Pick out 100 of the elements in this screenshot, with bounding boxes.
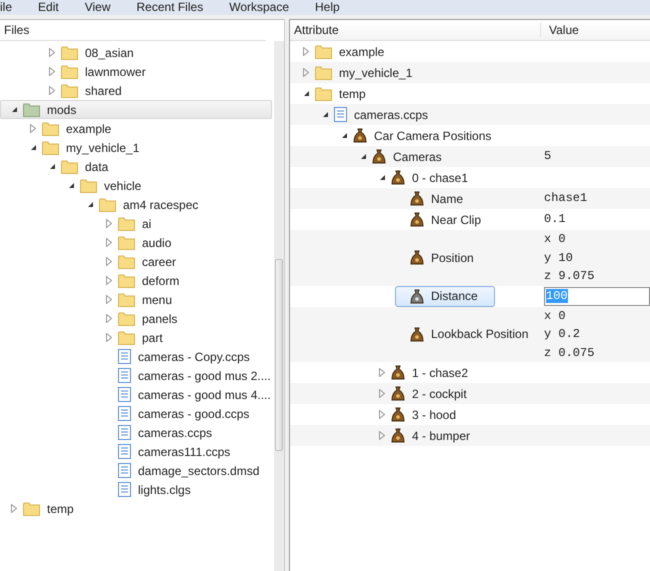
expand-arrow-icon[interactable] xyxy=(49,86,55,95)
tree-item[interactable]: data xyxy=(0,157,272,176)
tree-item[interactable]: vehicle xyxy=(0,176,272,195)
tree-item[interactable]: part xyxy=(0,328,272,347)
attribute-item[interactable]: 0 - chase1 xyxy=(376,167,486,188)
collapse-arrow-icon[interactable] xyxy=(302,90,310,97)
expand-arrow-icon[interactable] xyxy=(106,257,112,266)
expand-arrow-icon[interactable] xyxy=(49,67,55,76)
tree-item[interactable]: cameras - good mus 4.... xyxy=(0,385,272,404)
expand-arrow-icon[interactable] xyxy=(106,219,112,228)
attribute-item[interactable]: Cameras xyxy=(357,146,459,167)
expand-arrow-icon[interactable] xyxy=(106,295,112,304)
tree-item[interactable]: shared xyxy=(0,81,272,100)
expand-arrow-icon[interactable] xyxy=(106,333,112,342)
expand-arrow-icon[interactable] xyxy=(379,368,385,377)
value-text: x 0 xyxy=(544,231,567,248)
folder-icon xyxy=(61,46,78,60)
scrollbar-thumb[interactable] xyxy=(274,259,283,451)
folder-icon xyxy=(42,140,59,154)
folder-icon xyxy=(61,160,78,174)
expand-arrow-icon[interactable] xyxy=(106,276,112,285)
attribute-item[interactable]: 1 - chase2 xyxy=(376,362,486,383)
expand-arrow-icon[interactable] xyxy=(303,47,309,56)
folder-icon xyxy=(118,236,135,250)
value-text: z 9.075 xyxy=(544,268,596,285)
sack-icon xyxy=(372,149,386,164)
tree-item[interactable]: menu xyxy=(0,290,272,309)
expand-arrow-icon[interactable] xyxy=(30,124,36,133)
menubar-entry[interactable]: View xyxy=(84,0,110,14)
panel-title: Files xyxy=(4,23,30,37)
attribute-item[interactable]: example xyxy=(300,41,402,62)
tree-item[interactable]: deform xyxy=(0,271,272,290)
tree-item[interactable]: lawnmower xyxy=(0,62,272,81)
tree-item[interactable]: 08_asian xyxy=(0,43,272,62)
tree-item[interactable]: damage_sectors.dmsd xyxy=(0,461,272,480)
scrollbar[interactable] xyxy=(274,41,284,571)
expand-arrow-icon[interactable] xyxy=(11,504,17,513)
folder-icon xyxy=(118,254,135,268)
tree-item[interactable]: career xyxy=(0,252,272,271)
collapse-arrow-icon[interactable] xyxy=(86,201,94,208)
tree-item[interactable]: cameras - good.ccps xyxy=(0,404,272,423)
tree-item[interactable]: mods xyxy=(0,100,272,119)
attribute-item[interactable]: Distance xyxy=(395,286,495,306)
document-icon xyxy=(334,107,347,122)
expand-arrow-icon[interactable] xyxy=(303,68,309,77)
tree-item[interactable]: cameras - Copy.ccps xyxy=(0,347,272,366)
value-text: y 10 xyxy=(544,250,574,266)
attribute-item[interactable]: Car Camera Positions xyxy=(338,125,508,146)
tree-item[interactable]: ai xyxy=(0,214,272,233)
folder-icon xyxy=(118,216,135,230)
value-text: 5 xyxy=(544,148,552,165)
column-header[interactable]: Value xyxy=(541,23,579,37)
attribute-item[interactable]: temp xyxy=(300,83,383,104)
menubar-entry[interactable]: ile xyxy=(0,0,12,14)
expand-arrow-icon[interactable] xyxy=(379,389,385,398)
expand-arrow-icon[interactable] xyxy=(49,48,55,57)
tree-item[interactable]: temp xyxy=(0,499,272,518)
menubar-entry[interactable]: Recent Files xyxy=(136,0,204,14)
collapse-arrow-icon[interactable] xyxy=(68,182,74,189)
tree-item[interactable]: my_vehicle_1 xyxy=(0,138,272,157)
folder-icon xyxy=(23,502,40,516)
menubar-entry[interactable]: Workspace xyxy=(229,0,290,14)
collapse-arrow-icon[interactable] xyxy=(30,144,36,151)
collapse-arrow-icon[interactable] xyxy=(322,111,328,118)
tree-item[interactable]: am4 racespec xyxy=(0,195,272,214)
collapse-arrow-icon[interactable] xyxy=(360,153,366,160)
sack-icon xyxy=(391,386,405,401)
expand-arrow-icon[interactable] xyxy=(379,431,385,440)
attribute-item[interactable]: Near Clip xyxy=(395,209,498,230)
menubar-entry[interactable]: Edit xyxy=(38,0,59,14)
tree-item[interactable]: cameras.ccps xyxy=(0,423,272,442)
expand-arrow-icon[interactable] xyxy=(106,314,112,323)
document-icon xyxy=(118,387,131,402)
menubar-entry[interactable]: Help xyxy=(315,0,340,14)
tree-item[interactable]: cameras - good mus 2.... xyxy=(0,366,272,385)
sack-icon xyxy=(391,407,405,422)
value-text: 0.1 xyxy=(544,211,567,228)
document-icon xyxy=(118,406,131,421)
sack-icon xyxy=(410,191,424,206)
collapse-arrow-icon[interactable] xyxy=(48,163,56,170)
collapse-arrow-icon[interactable] xyxy=(10,106,18,113)
attribute-item[interactable]: 3 - hood xyxy=(376,404,474,425)
tree-item[interactable]: example xyxy=(0,119,272,138)
sack-icon xyxy=(391,170,405,185)
tree-item[interactable]: panels xyxy=(0,309,272,328)
expand-arrow-icon[interactable] xyxy=(379,410,385,419)
attribute-item[interactable]: Position xyxy=(395,247,491,268)
tree-item[interactable]: audio xyxy=(0,233,272,252)
collapse-arrow-icon[interactable] xyxy=(378,174,386,181)
expand-arrow-icon[interactable] xyxy=(106,238,112,247)
attribute-item[interactable]: Name xyxy=(395,188,480,209)
tree-item[interactable]: lights.clgs xyxy=(0,480,272,499)
folder-icon xyxy=(315,44,332,58)
attribute-item[interactable]: Lookback Position xyxy=(395,324,546,345)
sack-icon xyxy=(391,365,405,380)
folder-icon xyxy=(80,178,97,192)
tree-item[interactable]: cameras111.ccps xyxy=(0,442,272,461)
column-header[interactable]: Attribute xyxy=(290,23,541,37)
folder-icon xyxy=(118,292,135,306)
collapse-arrow-icon[interactable] xyxy=(340,132,348,139)
